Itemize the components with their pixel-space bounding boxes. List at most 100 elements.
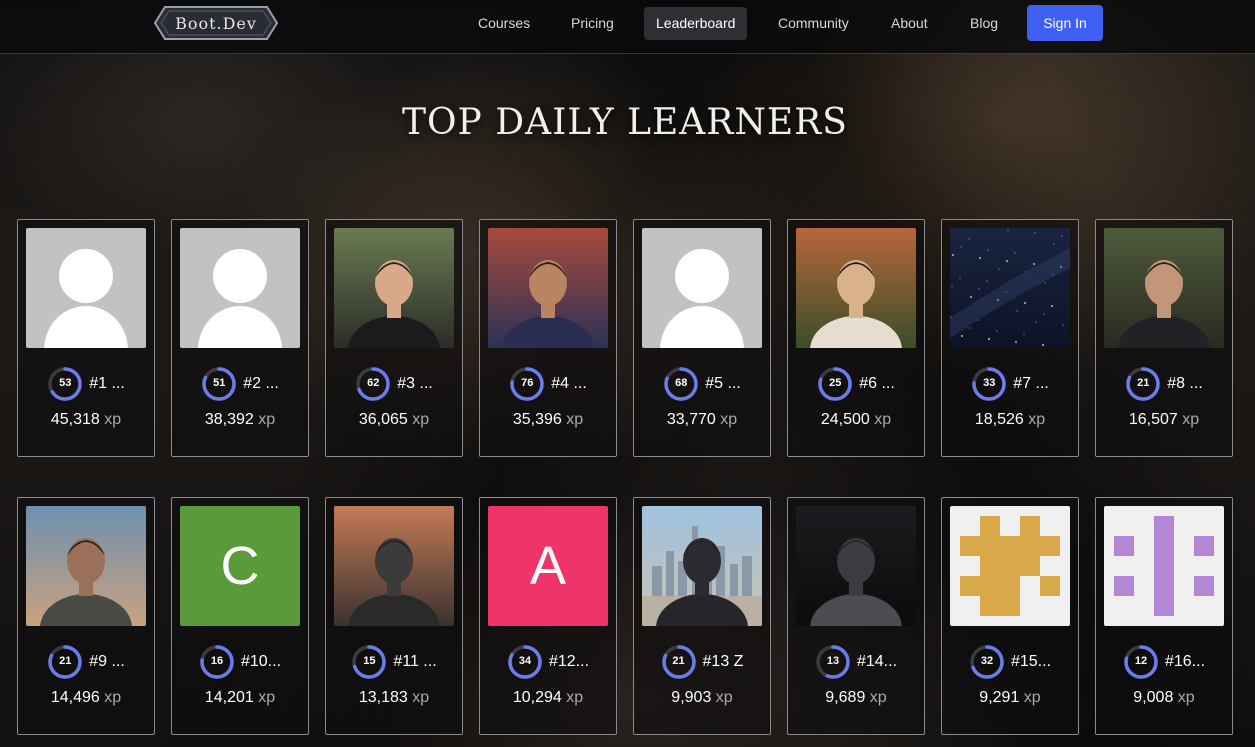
learner-card[interactable]: 25 #6 ... 24,500 xp — [787, 219, 925, 457]
xp-total: 9,903 xp — [634, 689, 770, 707]
learner-avatar[interactable] — [1104, 506, 1224, 626]
level-ring: 13 — [815, 644, 851, 680]
xp-value: 9,903 — [671, 689, 712, 706]
xp-value: 9,689 — [825, 689, 866, 706]
learner-card[interactable]: 21 #9 ... 14,496 xp — [17, 497, 155, 735]
learner-info-row: 25 #6 ... — [788, 366, 924, 402]
xp-value: 16,507 — [1128, 411, 1178, 428]
level-number: 51 — [213, 377, 226, 389]
nav-pricing[interactable]: Pricing — [559, 7, 626, 40]
level-ring: 21 — [47, 644, 83, 680]
learner-avatar[interactable] — [334, 506, 454, 626]
nav-community[interactable]: Community — [766, 7, 861, 40]
learner-card[interactable]: 62 #3 ... 36,065 xp — [325, 219, 463, 457]
xp-total: 38,392 xp — [172, 411, 308, 429]
learner-info-row: 51 #2 ... — [172, 366, 308, 402]
learner-avatar[interactable] — [26, 506, 146, 626]
xp-unit: xp — [412, 689, 430, 706]
learner-avatar[interactable] — [180, 228, 300, 348]
learner-avatar[interactable] — [334, 228, 454, 348]
default-user-icon — [26, 228, 146, 348]
nav-leaderboard[interactable]: Leaderboard — [644, 7, 748, 40]
learner-card[interactable]: 12 #16... 9,008 xp — [1095, 497, 1233, 735]
avatar-letter: C — [180, 506, 300, 626]
learner-avatar[interactable] — [796, 506, 916, 626]
xp-total: 33,770 xp — [634, 411, 770, 429]
nav-about[interactable]: About — [879, 7, 940, 40]
learner-avatar[interactable] — [1104, 228, 1224, 348]
learner-avatar[interactable]: C — [180, 506, 300, 626]
rank-label: #15... — [1010, 653, 1052, 670]
learner-avatar[interactable] — [796, 228, 916, 348]
level-ring: 76 — [509, 366, 545, 402]
xp-total: 14,201 xp — [172, 689, 308, 707]
level-number: 13 — [826, 655, 840, 667]
learner-card[interactable]: A 34 #12... 10,294 xp — [479, 497, 617, 735]
learner-card[interactable]: C 16 #10... 14,201 xp — [171, 497, 309, 735]
learner-avatar[interactable] — [642, 228, 762, 348]
default-user-icon — [642, 228, 762, 348]
profile-photo — [488, 228, 608, 348]
xp-unit: xp — [1177, 689, 1195, 706]
learner-avatar[interactable] — [26, 228, 146, 348]
learner-card[interactable]: 13 #14... 9,689 xp — [787, 497, 925, 735]
learner-card[interactable]: 21 #13 Z 9,903 xp — [633, 497, 771, 735]
learner-card[interactable]: 33 #7 ... 18,526 xp — [941, 219, 1079, 457]
rank-label: #14... — [856, 653, 898, 670]
sign-in-button[interactable]: Sign In — [1027, 5, 1103, 41]
learner-avatar[interactable]: A — [488, 506, 608, 626]
xp-value: 9,291 — [979, 689, 1020, 706]
xp-value: 38,392 — [204, 411, 254, 428]
level-number: 15 — [363, 655, 376, 667]
rank-label: #2 ... — [243, 375, 279, 392]
learner-card[interactable]: 32 #15... 9,291 xp — [941, 497, 1079, 735]
level-ring: 15 — [351, 644, 387, 680]
learner-avatar[interactable] — [642, 506, 762, 626]
learner-info-row: 16 #10... — [172, 644, 308, 680]
xp-total: 9,291 xp — [942, 689, 1078, 707]
xp-value: 9,008 — [1133, 689, 1174, 706]
rank-label: #1 ... — [89, 375, 125, 392]
nav-courses[interactable]: Courses — [466, 7, 542, 40]
learner-avatar[interactable] — [488, 228, 608, 348]
learner-card[interactable]: 21 #8 ... 16,507 xp — [1095, 219, 1233, 457]
level-number: 76 — [521, 377, 534, 389]
profile-photo — [796, 228, 916, 348]
level-ring: 33 — [971, 366, 1007, 402]
learner-card[interactable]: 51 #2 ... 38,392 xp — [171, 219, 309, 457]
learner-info-row: 12 #16... — [1096, 644, 1232, 680]
level-number: 68 — [675, 377, 688, 389]
xp-unit: xp — [104, 689, 122, 706]
bootdev-logo[interactable]: Boot.Dev — [153, 4, 279, 42]
xp-unit: xp — [869, 689, 887, 706]
default-user-icon — [180, 228, 300, 348]
learner-card[interactable]: 15 #11 ... 13,183 xp — [325, 497, 463, 735]
top-nav: Boot.Dev Courses Pricing Leaderboard Com… — [0, 0, 1255, 54]
level-number: 53 — [59, 377, 72, 389]
learner-card[interactable]: 68 #5 ... 33,770 xp — [633, 219, 771, 457]
xp-total: 45,318 xp — [18, 411, 154, 429]
nav-blog[interactable]: Blog — [958, 7, 1010, 40]
xp-value: 36,065 — [358, 411, 408, 428]
xp-unit: xp — [258, 689, 276, 706]
learner-avatar[interactable] — [950, 228, 1070, 348]
xp-value: 14,201 — [204, 689, 254, 706]
learner-card[interactable]: 76 #4 ... 35,396 xp — [479, 219, 617, 457]
level-number: 32 — [980, 655, 994, 667]
rank-label: #3 ... — [397, 375, 433, 392]
rank-label: #12... — [548, 653, 590, 670]
profile-photo — [1104, 228, 1224, 348]
profile-photo — [334, 506, 454, 626]
learner-info-row: 62 #3 ... — [326, 366, 462, 402]
level-ring: 34 — [507, 644, 543, 680]
xp-unit: xp — [258, 411, 276, 428]
level-number: 16 — [210, 655, 224, 667]
rank-label: #8 ... — [1167, 375, 1203, 392]
rank-label: #13 Z — [702, 653, 744, 670]
learner-avatar[interactable] — [950, 506, 1070, 626]
learner-info-row: 21 #9 ... — [18, 644, 154, 680]
learner-info-row: 21 #8 ... — [1096, 366, 1232, 402]
xp-unit: xp — [1023, 689, 1041, 706]
learner-card[interactable]: 53 #1 ... 45,318 xp — [17, 219, 155, 457]
xp-value: 45,318 — [50, 411, 100, 428]
